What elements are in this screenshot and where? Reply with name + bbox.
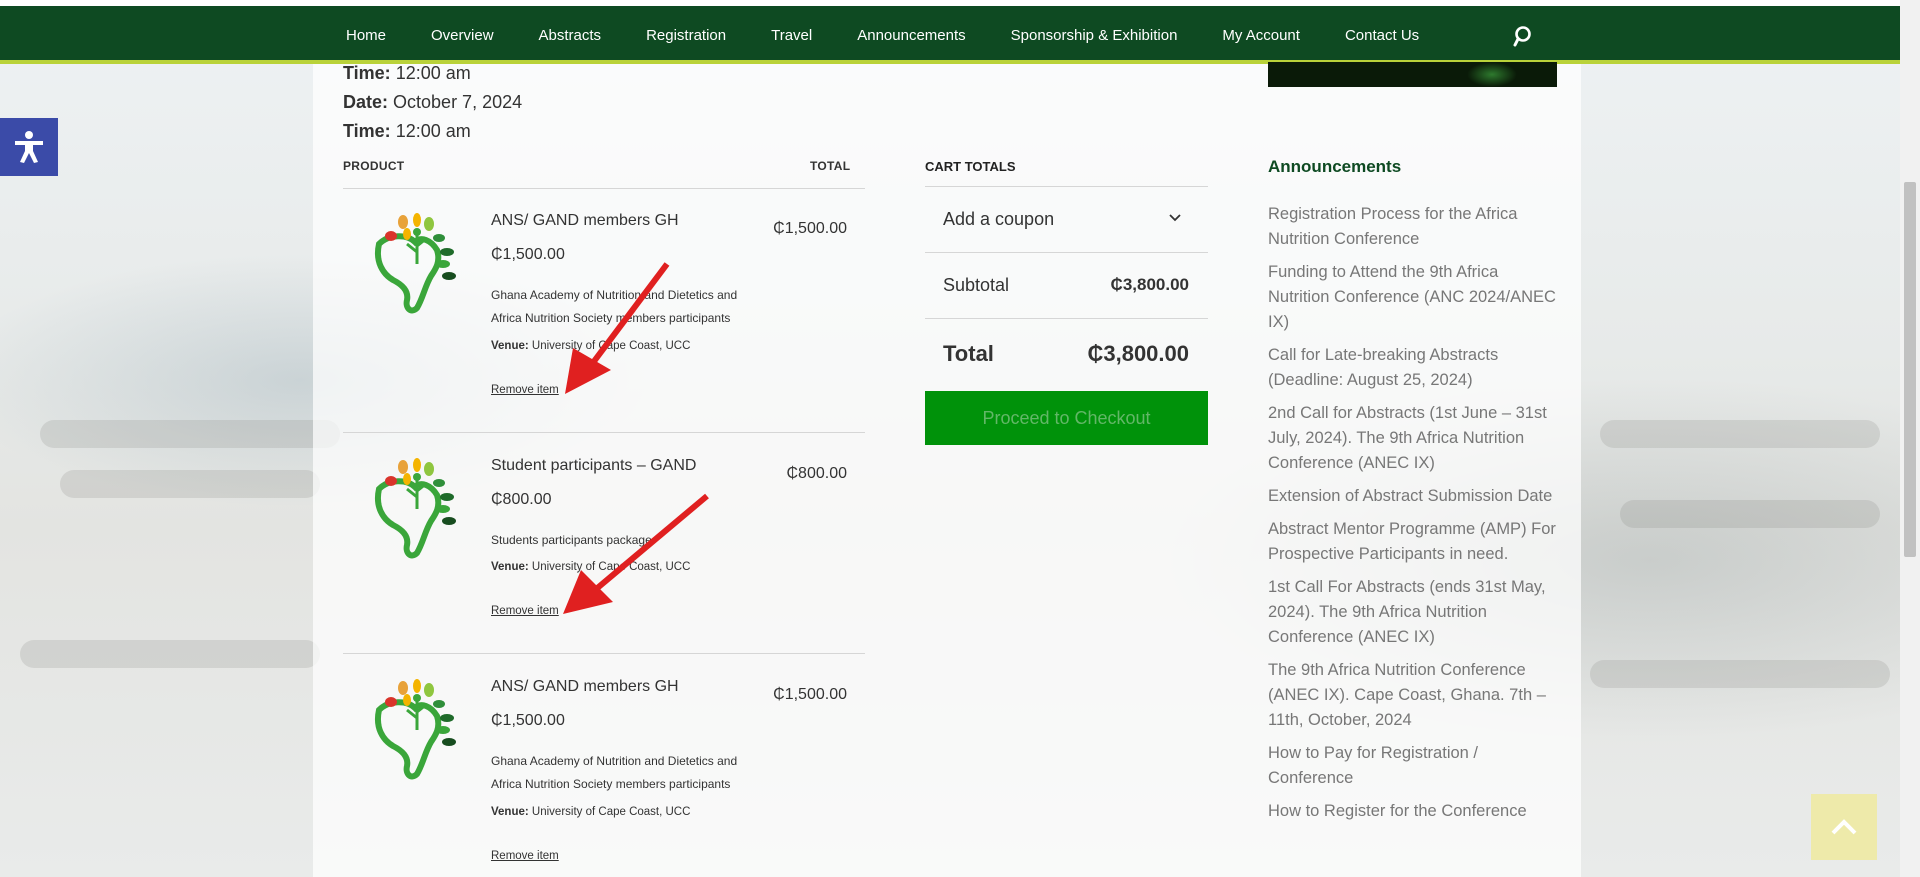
product-header: PRODUCT	[343, 159, 405, 173]
sidebar-banner-image	[1268, 62, 1557, 87]
product-price: ₵1,500.00	[491, 246, 565, 263]
accessibility-button[interactable]	[0, 118, 58, 176]
scrollbar-thumb[interactable]	[1904, 182, 1916, 557]
product-name[interactable]: ANS/ GAND members GH	[491, 212, 679, 230]
product-total: ₵1,500.00	[773, 220, 847, 237]
remove-item-link[interactable]: Remove item	[491, 384, 559, 396]
cart-item: Student participants – GAND ₵800.00 Stud…	[343, 433, 865, 653]
announcement-link[interactable]: Abstract Mentor Programme (AMP) For Pros…	[1268, 517, 1563, 567]
announcement-link[interactable]: 2nd Call for Abstracts (1st June – 31st …	[1268, 401, 1563, 476]
announcements-title: Announcements	[1268, 157, 1402, 176]
proceed-to-checkout-button[interactable]: Proceed to Checkout	[925, 391, 1208, 445]
product-total: ₵800.00	[786, 465, 848, 482]
product-venue: Venue: University of Cape Coast, UCC	[491, 340, 691, 352]
product-price: ₵800.00	[491, 491, 552, 508]
nav-registration[interactable]: Registration	[646, 27, 726, 44]
nav-abstracts[interactable]: Abstracts	[539, 27, 602, 44]
announcement-link[interactable]: The 9th Africa Nutrition Conference (ANE…	[1268, 658, 1563, 733]
product-description: Ghana Academy of Nutrition and Dietetics…	[491, 288, 738, 325]
announcement-link[interactable]: Call for Late-breaking Abstracts (Deadli…	[1268, 343, 1563, 393]
search-icon[interactable]	[1513, 24, 1537, 48]
cart-item: ANS/ GAND members GH ₵1,500.00 Ghana Aca…	[343, 188, 865, 408]
product-description: Students participants package	[491, 533, 652, 547]
nav-my-account[interactable]: My Account	[1222, 27, 1300, 44]
remove-item-link[interactable]: Remove item	[491, 605, 559, 617]
announcement-link[interactable]: How to Register for the Conference	[1268, 799, 1563, 824]
accessibility-icon	[15, 131, 43, 163]
africa-nutrition-logo	[375, 458, 456, 559]
remove-item-link[interactable]: Remove item	[491, 850, 559, 862]
announcement-link[interactable]: Funding to Attend the 9th Africa Nutriti…	[1268, 260, 1563, 335]
total-header: TOTAL	[810, 159, 851, 173]
announcements-list: Registration Process for the Africa Nutr…	[1268, 202, 1563, 832]
africa-nutrition-logo	[375, 679, 456, 780]
product-name[interactable]: Student participants – GAND	[491, 457, 696, 475]
subtotal-value: ₵3,800.00	[1110, 275, 1189, 294]
product-venue: Venue: University of Cape Coast, UCC	[491, 806, 691, 818]
announcement-link[interactable]: How to Pay for Registration / Conference	[1268, 741, 1563, 791]
add-coupon-toggle[interactable]: Add a coupon	[943, 209, 1054, 230]
subtotal-label: Subtotal	[943, 275, 1010, 295]
nav-sponsorship[interactable]: Sponsorship & Exhibition	[1011, 27, 1178, 44]
product-description: Ghana Academy of Nutrition and Dietetics…	[491, 754, 738, 791]
cart-totals-title: CART TOTALS	[925, 159, 1016, 174]
event-time: Time: 12:00 am	[343, 63, 471, 83]
main-nav: Home Overview Abstracts Registration Tra…	[0, 6, 1900, 64]
nav-home[interactable]: Home	[346, 27, 386, 44]
announcement-link[interactable]: 1st Call For Abstracts (ends 31st May, 2…	[1268, 575, 1563, 650]
africa-nutrition-logo	[375, 213, 456, 314]
total-value: ₵3,800.00	[1087, 341, 1189, 366]
cart-item: ANS/ GAND members GH ₵1,500.00 Ghana Aca…	[343, 654, 865, 874]
chevron-down-icon[interactable]	[1167, 210, 1183, 226]
event-date: Date: October 7, 2024	[343, 92, 523, 112]
nav-contact[interactable]: Contact Us	[1345, 27, 1419, 44]
product-price: ₵1,500.00	[491, 712, 565, 729]
product-name[interactable]: ANS/ GAND members GH	[491, 678, 679, 696]
nav-travel[interactable]: Travel	[771, 27, 812, 44]
nav-overview[interactable]: Overview	[431, 27, 494, 44]
product-total: ₵1,500.00	[773, 686, 847, 703]
total-label: Total	[943, 341, 994, 366]
announcement-link[interactable]: Registration Process for the Africa Nutr…	[1268, 202, 1563, 252]
event-time-2: Time: 12:00 am	[343, 121, 471, 141]
back-to-top-icon	[1831, 819, 1857, 835]
back-to-top-button[interactable]	[1811, 794, 1877, 860]
nav-announcements[interactable]: Announcements	[857, 27, 965, 44]
announcement-link[interactable]: Extension of Abstract Submission Date	[1268, 484, 1563, 509]
product-venue: Venue: University of Cape Coast, UCC	[491, 561, 691, 573]
